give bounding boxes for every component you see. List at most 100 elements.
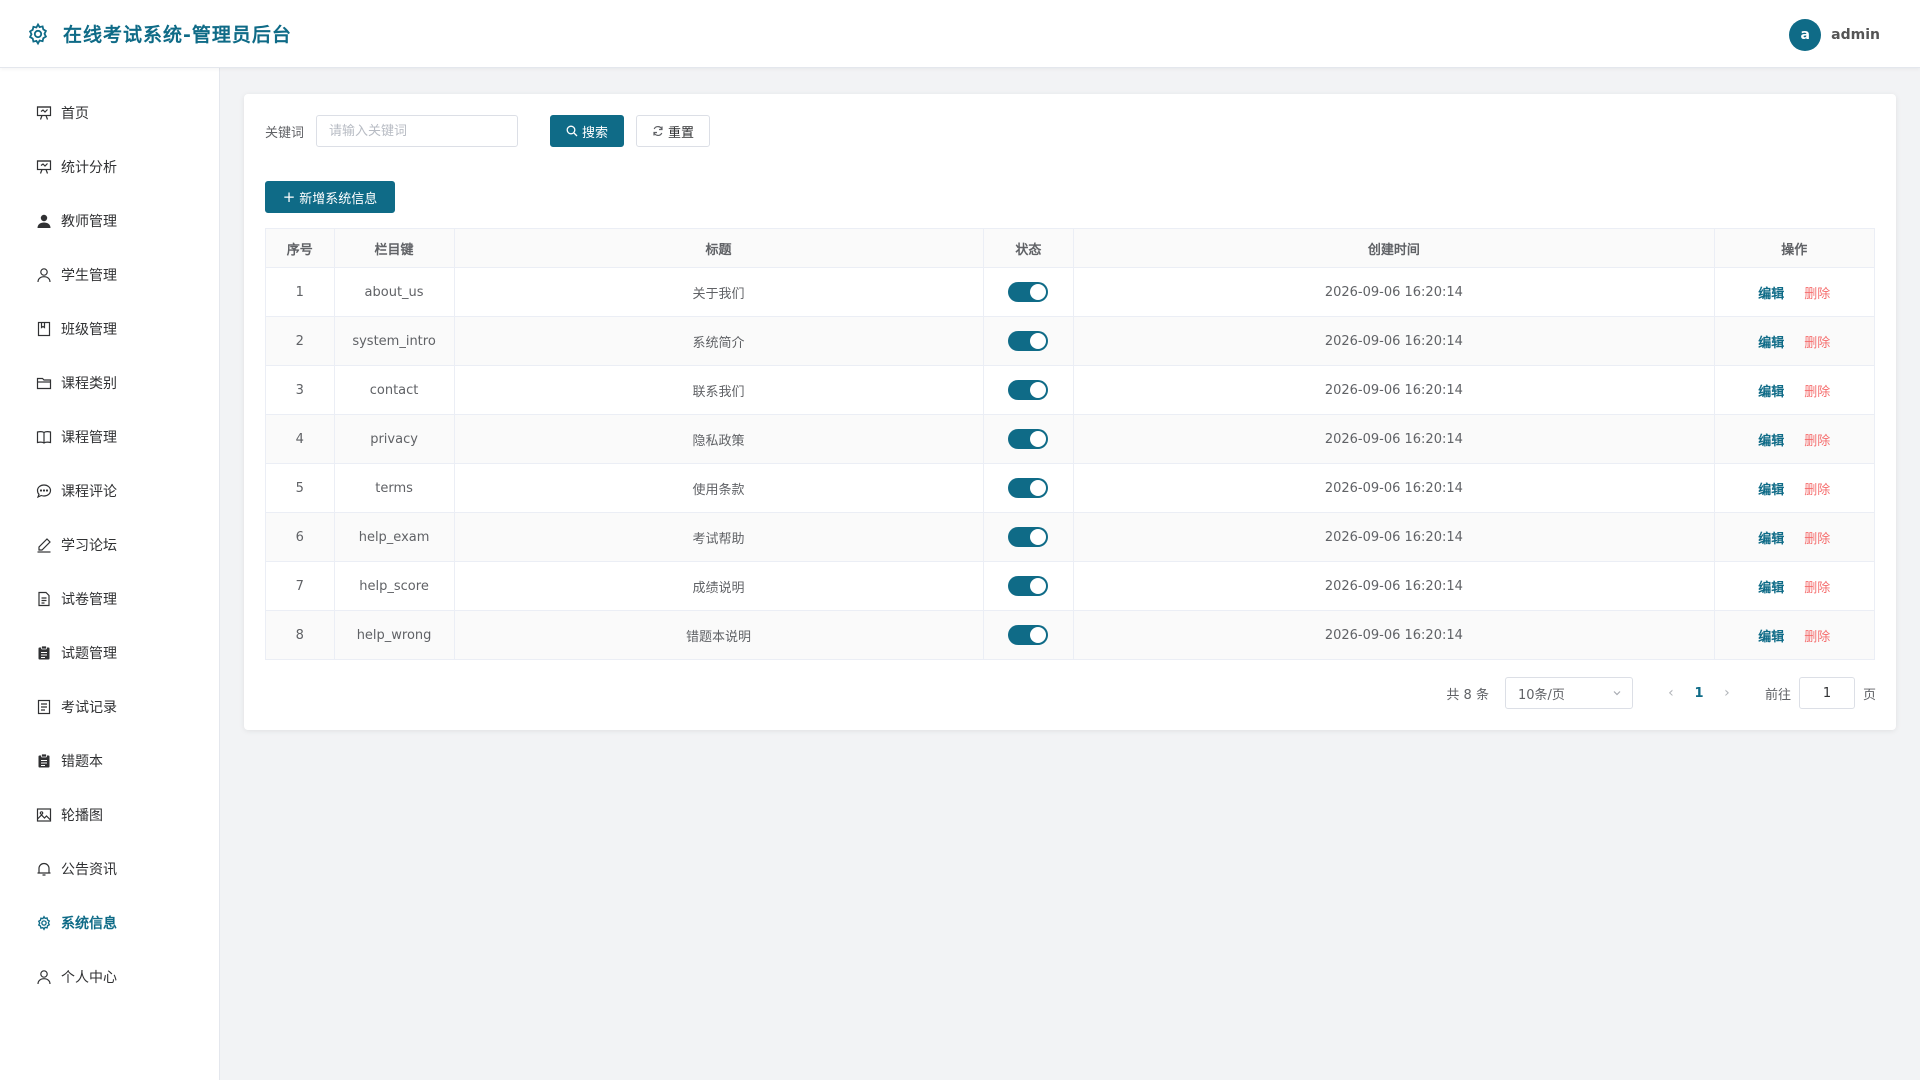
- column-header-title[interactable]: 标题: [453, 228, 984, 268]
- delete-button[interactable]: 删除: [1804, 581, 1830, 596]
- cell-no: 6: [265, 512, 335, 562]
- sidebar-item-5[interactable]: 课程类别: [0, 356, 219, 410]
- page-size-select[interactable]: 10条/页: [1504, 677, 1633, 709]
- status-toggle[interactable]: [1008, 527, 1049, 547]
- sidebar-item-label: 课程管理: [61, 430, 117, 446]
- cell-no: 7: [265, 561, 335, 611]
- cell-status: [982, 610, 1075, 660]
- sidebar-item-label: 系统信息: [61, 916, 117, 932]
- presentation-icon: [35, 158, 53, 176]
- delete-button[interactable]: 删除: [1804, 532, 1830, 547]
- table-row: 8 help_wrong 错题本说明 2026-09-06 16:20:14 编辑 删除: [265, 610, 1876, 660]
- delete-button[interactable]: 删除: [1804, 483, 1830, 498]
- cell-created: 2026-09-06 16:20:14: [1073, 267, 1715, 317]
- user-menu[interactable]: a admin: [1789, 19, 1880, 51]
- add-system-info-button[interactable]: + 新增系统信息: [265, 181, 395, 213]
- prev-page-button[interactable]: ‹: [1657, 685, 1685, 701]
- tickets-icon: [35, 698, 53, 716]
- sidebar-item-7[interactable]: 课程评论: [0, 464, 219, 518]
- sidebar-item-12[interactable]: 错题本: [0, 734, 219, 788]
- sidebar: 首页 统计分析 教师管理 学生管理 班级管理 课程类别课程管理课程评论学习论坛试卷管理试题…: [0, 68, 220, 1080]
- page-number-1[interactable]: 1: [1685, 686, 1713, 701]
- edit-button[interactable]: 编辑: [1758, 434, 1784, 449]
- document-icon: [35, 590, 53, 608]
- app-title: 在线考试系统-管理员后台: [63, 24, 292, 46]
- status-toggle[interactable]: [1008, 282, 1049, 302]
- notebook-icon: [35, 320, 53, 338]
- sidebar-item-15[interactable]: 系统信息: [0, 896, 219, 950]
- system-info-table: 序号 栏目键 标题 状态 创建时间 操作 1 about_us 关于我们 2026-0…: [265, 228, 1876, 660]
- cell-actions: 编辑 删除: [1713, 463, 1876, 513]
- goto-page-input[interactable]: [1798, 677, 1855, 709]
- cell-status: [982, 365, 1075, 415]
- sidebar-item-8[interactable]: 学习论坛: [0, 518, 219, 572]
- cell-key: help_wrong: [333, 610, 455, 660]
- status-toggle[interactable]: [1008, 380, 1049, 400]
- delete-button[interactable]: 删除: [1804, 287, 1830, 302]
- table-row: 2 system_intro 系统简介 2026-09-06 16:20:14 编辑 删除: [265, 316, 1876, 366]
- reset-button-label: 重置: [668, 125, 695, 141]
- avatar[interactable]: a: [1789, 19, 1822, 51]
- cell-title: 考试帮助: [453, 512, 984, 562]
- sidebar-item-9[interactable]: 试卷管理: [0, 572, 219, 626]
- column-header-status[interactable]: 状态: [982, 228, 1075, 268]
- chat-icon: [35, 482, 53, 500]
- cell-no: 8: [265, 610, 335, 660]
- toggle-knob: [1030, 333, 1047, 349]
- column-header-no[interactable]: 序号: [265, 228, 335, 268]
- status-toggle[interactable]: [1008, 625, 1049, 645]
- toggle-knob: [1030, 382, 1047, 398]
- cell-no: 3: [265, 365, 335, 415]
- cell-status: [982, 512, 1075, 562]
- next-page-button[interactable]: ›: [1713, 685, 1741, 701]
- delete-button[interactable]: 删除: [1804, 630, 1830, 645]
- edit-button[interactable]: 编辑: [1758, 581, 1784, 596]
- column-header-key[interactable]: 栏目键: [333, 228, 455, 268]
- delete-button[interactable]: 删除: [1804, 434, 1830, 449]
- cell-title: 联系我们: [453, 365, 984, 415]
- edit-button[interactable]: 编辑: [1758, 385, 1784, 400]
- reset-button[interactable]: 重置: [636, 115, 711, 147]
- edit-button[interactable]: 编辑: [1758, 287, 1784, 302]
- cell-actions: 编辑 删除: [1713, 512, 1876, 562]
- goto-label: 前往: [1764, 687, 1791, 703]
- clipboard-icon: [35, 752, 53, 770]
- cell-no: 4: [265, 414, 335, 464]
- sidebar-item-13[interactable]: 轮播图: [0, 788, 219, 842]
- sidebar-item-label: 试卷管理: [61, 592, 117, 608]
- sidebar-item-10[interactable]: 试题管理: [0, 626, 219, 680]
- cell-actions: 编辑 删除: [1713, 316, 1876, 366]
- delete-button[interactable]: 删除: [1804, 336, 1830, 351]
- sidebar-item-0[interactable]: 首页: [0, 86, 219, 140]
- sidebar-item-1[interactable]: 统计分析: [0, 140, 219, 194]
- toggle-knob: [1030, 480, 1047, 496]
- keyword-input[interactable]: [316, 115, 519, 147]
- user-icon: [35, 968, 53, 986]
- edit-button[interactable]: 编辑: [1758, 532, 1784, 547]
- sidebar-item-3[interactable]: 学生管理: [0, 248, 219, 302]
- edit-button[interactable]: 编辑: [1758, 483, 1784, 498]
- table-row: 4 privacy 隐私政策 2026-09-06 16:20:14 编辑 删除: [265, 414, 1876, 464]
- sidebar-item-11[interactable]: 考试记录: [0, 680, 219, 734]
- status-toggle[interactable]: [1008, 429, 1049, 449]
- sidebar-item-2[interactable]: 教师管理: [0, 194, 219, 248]
- status-toggle[interactable]: [1008, 576, 1049, 596]
- delete-button[interactable]: 删除: [1804, 385, 1830, 400]
- status-toggle[interactable]: [1008, 331, 1049, 351]
- cell-actions: 编辑 删除: [1713, 365, 1876, 415]
- edit-button[interactable]: 编辑: [1758, 630, 1784, 645]
- sidebar-item-16[interactable]: 个人中心: [0, 950, 219, 1004]
- table-row: 5 terms 使用条款 2026-09-06 16:20:14 编辑 删除: [265, 463, 1876, 513]
- edit-button[interactable]: 编辑: [1758, 336, 1784, 351]
- sidebar-item-label: 考试记录: [61, 700, 117, 716]
- sidebar-item-label: 课程评论: [61, 484, 117, 500]
- sidebar-item-14[interactable]: 公告资讯: [0, 842, 219, 896]
- search-button[interactable]: 搜索: [550, 115, 625, 147]
- sidebar-item-6[interactable]: 课程管理: [0, 410, 219, 464]
- column-header-created[interactable]: 创建时间: [1073, 228, 1715, 268]
- page-size-value: 10条/页: [1517, 687, 1565, 703]
- sidebar-item-4[interactable]: 班级管理: [0, 302, 219, 356]
- cell-title: 系统简介: [453, 316, 984, 366]
- status-toggle[interactable]: [1008, 478, 1049, 498]
- username[interactable]: admin: [1831, 27, 1880, 43]
